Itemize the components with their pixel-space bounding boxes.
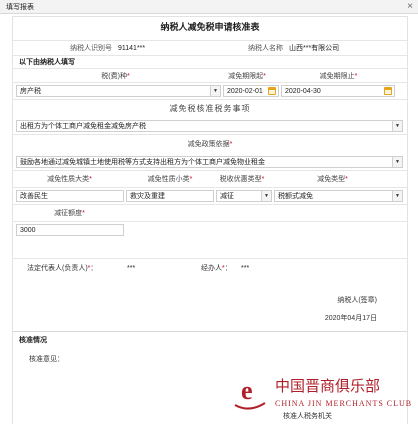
required-mark: *: [263, 72, 266, 80]
window-titlebar: 填写报表 ×: [0, 0, 418, 14]
calendar-icon[interactable]: [384, 87, 392, 95]
approval-heading: 核准情况: [19, 337, 47, 344]
reduction-type-select[interactable]: 税额式减免 ▼: [274, 190, 403, 202]
approval-heading-row: 核准情况: [13, 331, 407, 348]
start-date-label-text: 减免期限起: [228, 72, 264, 80]
required-mark: *: [345, 176, 348, 183]
policy-label: 减免政策依据*: [188, 139, 233, 149]
nature-major-field[interactable]: 改善民生: [16, 190, 124, 202]
agent-label-text: 经办人: [201, 265, 222, 272]
club-watermark: e 中国晋商俱乐部 CHINA JIN MERCHANTS CLUB: [234, 376, 412, 410]
required-mark: *: [229, 141, 233, 148]
legal-rep-label: 法定代表人(负责人)*：: [27, 265, 98, 272]
reduction-type-label: 减免类型*: [270, 174, 395, 184]
policy-row: 鼓励各地通过减免城镇土地使用税等方式支持出租方为个体工商户减免物业租金 ▼: [13, 153, 407, 170]
required-mark: *: [261, 176, 265, 183]
amount-label-text: 减征额度: [54, 210, 83, 217]
nature-minor-label-text: 减免性质小类: [147, 176, 190, 183]
start-date-value: 2020-02-01: [227, 87, 263, 95]
matters-row: 出租方为个体工商户减免租金减免房产税 ▼: [13, 117, 407, 134]
end-date-value: 2020-04-30: [285, 87, 321, 95]
amount-label: 减征额度*: [13, 208, 126, 218]
form-panel: 纳税人减免税申请核准表 纳税人识别号 91141*** 纳税人名称 山西***有…: [12, 16, 408, 424]
nature-header-row: 减免性质大类* 减免性质小类* 税收优惠类型* 减免类型*: [13, 170, 407, 187]
start-date-label: 减免期限起*: [218, 71, 276, 81]
tax-type-select[interactable]: 房产税 ▼: [16, 85, 221, 97]
end-date-input[interactable]: 2020-04-30: [281, 85, 395, 97]
nature-major-label-text: 减免性质大类: [47, 176, 90, 183]
pref-type-label-text: 税收优惠类型: [219, 176, 262, 183]
window-title: 填写报表: [6, 3, 34, 11]
club-logo-icon: e: [234, 376, 266, 410]
seal-label: 纳税人(签章): [337, 297, 377, 304]
signatory-row: 法定代表人(负责人)*： *** 经办人*： ***: [13, 258, 407, 277]
policy-value: 鼓励各地通过减免城镇土地使用税等方式支持出租方为个体工商户减免物业租金: [20, 158, 265, 166]
start-date-input[interactable]: 2020-02-01: [223, 85, 279, 97]
tax-type-value: 房产税: [20, 88, 41, 95]
chevron-down-icon[interactable]: ▼: [261, 191, 271, 201]
nature-minor-field[interactable]: 救灾及重建: [126, 190, 214, 202]
amount-field[interactable]: 3000: [16, 224, 124, 236]
chevron-down-icon[interactable]: ▼: [392, 120, 402, 131]
chevron-down-icon[interactable]: ▼: [392, 156, 402, 167]
amount-row: 3000: [13, 221, 407, 238]
pref-type-select[interactable]: 减征 ▼: [216, 190, 272, 202]
section-label: 以下由纳税人填写: [19, 59, 75, 66]
approval-opinion-label: 核准意见：: [29, 356, 64, 363]
sign-date: 2020年04月17日: [324, 315, 377, 322]
matters-heading: 减免税核准税务事项: [169, 103, 251, 113]
taxpayer-id-label: 纳税人识别号: [70, 45, 112, 52]
required-mark: *: [126, 72, 130, 80]
reduction-type-label-text: 减免类型: [317, 176, 346, 183]
end-date-label: 减免期限止*: [276, 71, 401, 81]
tax-value-row: 房产税 ▼ 2020-02-01 2020-04-30: [13, 82, 407, 99]
required-mark: *: [82, 210, 85, 217]
tax-type-label: 税(费)种*: [13, 71, 218, 81]
required-mark: *: [87, 265, 91, 272]
nature-value-row: 改善民生 救灾及重建 减征 ▼ 税额式减免 ▼: [13, 187, 407, 204]
reduction-type-value: 税额式减免: [278, 193, 313, 200]
watermark-en: CHINA JIN MERCHANTS CLUB: [275, 399, 412, 408]
legal-rep-value: ***: [127, 264, 136, 272]
matters-heading-row: 减免税核准税务事项: [13, 99, 407, 117]
taxpayer-name-label: 纳税人名称: [248, 45, 283, 52]
required-mark: *: [354, 72, 358, 80]
pref-type-value: 减征: [220, 193, 234, 200]
policy-select[interactable]: 鼓励各地通过减免城镇土地使用税等方式支持出租方为个体工商户减免物业租金 ▼: [16, 155, 403, 168]
watermark-cn: 中国晋商俱乐部: [275, 377, 380, 395]
policy-label-row: 减免政策依据*: [13, 134, 407, 153]
section-taxpayer-fill: 以下由纳税人填写: [13, 55, 407, 68]
taxpayer-id-value: 91141***: [118, 44, 146, 52]
chevron-down-icon[interactable]: ▼: [210, 86, 220, 96]
required-mark: *: [89, 176, 92, 183]
amount-label-row: 减征额度*: [13, 204, 407, 221]
tax-type-label-text: 税(费)种: [101, 72, 127, 80]
form-title: 纳税人减免税申请核准表: [160, 22, 260, 32]
taxpayer-row: 纳税人识别号 91141*** 纳税人名称 山西***有限公司: [13, 40, 407, 55]
svg-text:e: e: [241, 376, 253, 405]
agent-value: ***: [241, 264, 250, 272]
chevron-down-icon[interactable]: ▼: [392, 191, 402, 201]
nature-minor-label: 减免性质小类*: [126, 174, 214, 184]
required-mark: *: [222, 265, 225, 272]
matters-value: 出租方为个体工商户减免租金减免房产税: [20, 122, 146, 130]
policy-label-text: 减免政策依据: [187, 141, 230, 148]
close-icon[interactable]: ×: [407, 1, 413, 12]
required-mark: *: [189, 176, 193, 183]
calendar-icon[interactable]: [268, 87, 276, 95]
legal-rep-label-text: 法定代表人(负责人): [27, 265, 88, 272]
agent-label: 经办人*：: [201, 265, 232, 272]
taxpayer-name-value: 山西***有限公司: [289, 45, 340, 52]
pref-type-label: 税收优惠类型*: [214, 174, 270, 184]
tax-header-row: 税(费)种* 减免期限起* 减免期限止*: [13, 68, 407, 82]
matters-select[interactable]: 出租方为个体工商户减免租金减免房产税 ▼: [16, 119, 403, 132]
end-date-label-text: 减免期限止: [319, 72, 355, 80]
nature-major-label: 减免性质大类*: [13, 174, 126, 184]
